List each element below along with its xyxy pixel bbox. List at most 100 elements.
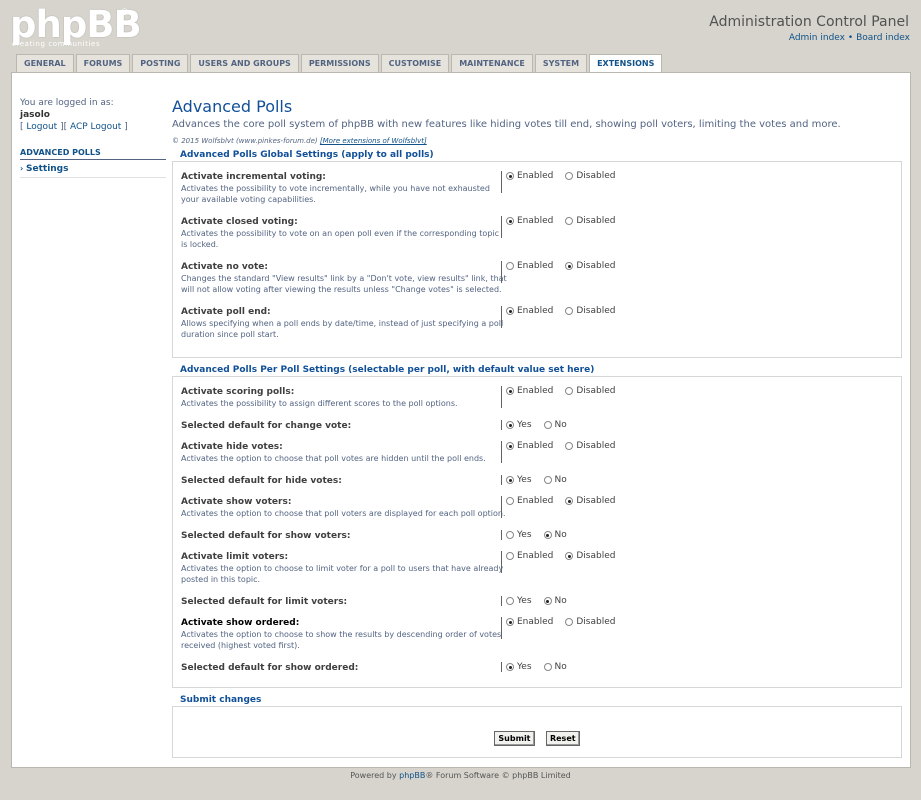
- radio-option-no[interactable]: No: [543, 662, 567, 672]
- radio-option-yes[interactable]: Yes: [506, 475, 532, 485]
- radio-option-enabled[interactable]: Enabled: [506, 551, 553, 573]
- radio-option-disabled[interactable]: Disabled: [565, 496, 615, 518]
- logged-in-info: You are logged in as: jasolo [ Logout ][…: [20, 97, 166, 133]
- radio-button[interactable]: [506, 497, 514, 505]
- board-index-link[interactable]: Board index: [856, 33, 910, 43]
- radio-option-enabled[interactable]: Enabled: [506, 306, 553, 328]
- tab-customise[interactable]: CUSTOMISE: [380, 54, 450, 72]
- radio-button[interactable]: [506, 442, 514, 450]
- radio-button[interactable]: [506, 217, 514, 225]
- radio-option-enabled[interactable]: Enabled: [506, 386, 553, 408]
- radio-label: Enabled: [517, 261, 554, 271]
- radio-button[interactable]: [506, 476, 514, 484]
- tab-system[interactable]: SYSTEM: [534, 54, 588, 72]
- radio-option-enabled[interactable]: Enabled: [506, 617, 553, 639]
- radio-option-enabled[interactable]: Enabled: [506, 171, 553, 193]
- radio-option-disabled[interactable]: Disabled: [565, 216, 615, 238]
- radio-option-disabled[interactable]: Disabled: [565, 551, 615, 573]
- setting-title: Activate show voters:: [181, 497, 292, 507]
- tab-general[interactable]: GENERAL: [16, 54, 74, 72]
- radio-button[interactable]: [506, 531, 514, 539]
- radio-option-enabled[interactable]: Enabled: [506, 441, 553, 463]
- radio-button[interactable]: [565, 497, 574, 505]
- radio-button[interactable]: [543, 597, 552, 605]
- radio-button[interactable]: [543, 531, 552, 539]
- radio-label: Enabled: [517, 386, 554, 396]
- radio-button[interactable]: [506, 172, 514, 180]
- radio-button[interactable]: [543, 421, 552, 429]
- radio-option-yes[interactable]: Yes: [506, 420, 532, 430]
- submit-button[interactable]: Submit: [494, 731, 535, 746]
- radio-option-enabled[interactable]: Enabled: [506, 216, 553, 238]
- radio-button[interactable]: [506, 663, 514, 671]
- acp-logout-link[interactable]: ACP Logout: [70, 122, 121, 132]
- radio-option-yes[interactable]: Yes: [506, 596, 532, 606]
- phpbb-link[interactable]: phpBB: [399, 771, 425, 780]
- radio-button[interactable]: [565, 307, 574, 315]
- radio-label: Enabled: [517, 551, 554, 561]
- tab-maintenance[interactable]: MAINTENANCE: [451, 54, 533, 72]
- radio-button[interactable]: [543, 476, 552, 484]
- radio-button[interactable]: [565, 552, 574, 560]
- radio-button[interactable]: [565, 262, 574, 270]
- radio-option-disabled[interactable]: Disabled: [565, 617, 615, 639]
- setting-row-activate-no-vote: Activate no vote: Changes the standard "V…: [173, 259, 901, 298]
- global-settings-section: Advanced Polls Global Settings (apply to…: [172, 149, 902, 358]
- radio-option-no[interactable]: No: [543, 475, 567, 485]
- radio-button[interactable]: [506, 421, 514, 429]
- radio-button[interactable]: [506, 387, 514, 395]
- radio-button[interactable]: [506, 307, 514, 315]
- radio-button[interactable]: [506, 262, 514, 270]
- radio-button[interactable]: [565, 387, 574, 395]
- radio-option-disabled[interactable]: Disabled: [565, 171, 615, 193]
- radio-option-disabled[interactable]: Disabled: [565, 386, 615, 408]
- perpoll-settings-section: Advanced Polls Per Poll Settings (select…: [172, 364, 902, 688]
- radio-button[interactable]: [565, 618, 574, 626]
- radio-option-disabled[interactable]: Disabled: [565, 306, 615, 328]
- reset-button[interactable]: Reset: [545, 731, 580, 746]
- radio-group: Enabled Disabled: [501, 261, 623, 283]
- setting-label: Activate incremental voting: Activates th…: [181, 172, 507, 205]
- radio-button[interactable]: [506, 552, 514, 560]
- radio-option-enabled[interactable]: Enabled: [506, 261, 553, 283]
- radio-group: Yes No: [501, 475, 575, 485]
- radio-button[interactable]: [543, 663, 552, 671]
- radio-option-disabled[interactable]: Disabled: [565, 261, 615, 283]
- link-separator: •: [847, 33, 854, 43]
- setting-label: Selected default for show ordered:: [181, 663, 507, 674]
- tab-extensions[interactable]: EXTENSIONS: [589, 54, 663, 73]
- radio-group: Yes No: [501, 662, 575, 672]
- radio-option-disabled[interactable]: Disabled: [565, 441, 615, 463]
- tab-posting[interactable]: POSTING: [132, 54, 189, 72]
- radio-option-no[interactable]: No: [543, 596, 567, 606]
- logo-text: phpBB: [10, 3, 142, 46]
- radio-option-yes[interactable]: Yes: [506, 662, 532, 672]
- tab-permissions[interactable]: PERMISSIONS: [300, 54, 379, 72]
- sidebar-item-settings[interactable]: › Settings: [20, 164, 166, 178]
- phpbb-logo[interactable]: phpBB ® creating communities: [10, 3, 142, 48]
- radio-option-enabled[interactable]: Enabled: [506, 496, 553, 518]
- logout-link[interactable]: Logout: [26, 122, 57, 132]
- tab-forums[interactable]: FORUMS: [75, 54, 131, 72]
- radio-button[interactable]: [565, 172, 574, 180]
- radio-button[interactable]: [506, 597, 514, 605]
- setting-row-activate-incremental-voting: Activate incremental voting: Activates th…: [173, 169, 901, 208]
- more-extensions-link[interactable]: [More extensions of Wolfsblvt]: [320, 137, 427, 145]
- setting-explain: Activates the possibility to assign diff…: [181, 399, 458, 408]
- radio-option-yes[interactable]: Yes: [506, 530, 532, 540]
- radio-label: No: [554, 475, 567, 485]
- radio-option-no[interactable]: No: [543, 530, 567, 540]
- tab-users-and-groups[interactable]: USERS AND GROUPS: [190, 54, 299, 72]
- radio-label: Enabled: [517, 306, 554, 316]
- setting-title: Activate poll end:: [181, 307, 271, 317]
- menu-header-advanced-polls: ADVANCED POLLS: [20, 148, 166, 160]
- radio-button[interactable]: [506, 618, 514, 626]
- setting-title: Selected default for change vote:: [181, 421, 352, 431]
- radio-option-no[interactable]: No: [543, 420, 567, 430]
- setting-row-activate-hide-votes: Activate hide votes: Activates the option…: [173, 439, 901, 467]
- radio-group: Yes No: [501, 420, 575, 430]
- admin-index-link[interactable]: Admin index: [789, 33, 845, 43]
- radio-button[interactable]: [565, 217, 574, 225]
- acp-title: Administration Control Panel: [709, 14, 909, 30]
- radio-button[interactable]: [565, 442, 574, 450]
